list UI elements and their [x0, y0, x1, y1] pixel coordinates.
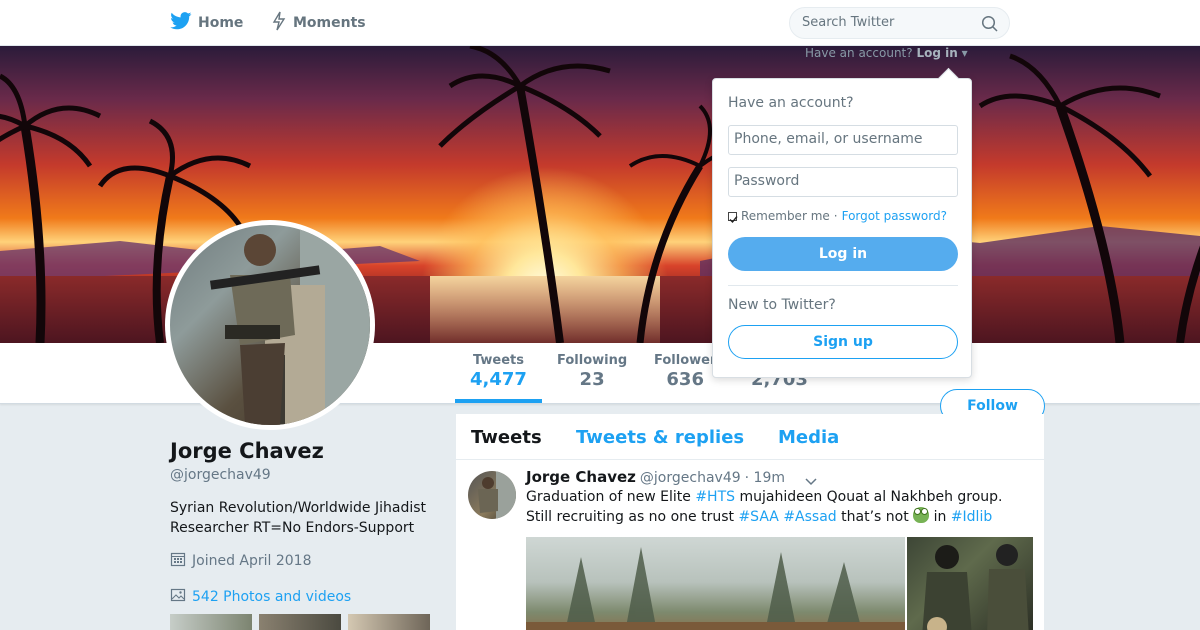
tab-tweets-replies[interactable]: Tweets & replies [576, 427, 744, 448]
stat-tweets[interactable]: Tweets 4,477 [470, 353, 527, 390]
tweet-avatar-photo [478, 471, 516, 519]
top-nav: Home Moments Search Twitter [0, 0, 1200, 46]
stat-tweets-label: Tweets [472, 353, 524, 368]
photo-thumbnail[interactable] [348, 614, 430, 630]
tweet-media-image[interactable] [907, 537, 1033, 630]
hashtag-link[interactable]: #SAA [738, 509, 778, 525]
remember-me-row: Remember me · Forgot password? [728, 209, 947, 223]
signup-button[interactable]: Sign up [728, 325, 958, 359]
tweet-text-line1: Graduation of new Elite #HTS mujahideen … [526, 487, 1026, 507]
tweet-author-handle[interactable]: @jorgechav49 [640, 470, 741, 486]
search-input[interactable]: Search Twitter [802, 15, 894, 30]
password-field[interactable]: Password [728, 167, 958, 197]
lightning-icon [271, 11, 287, 35]
photos-videos-link[interactable]: 542 Photos and videos [170, 587, 351, 607]
username-field[interactable]: Phone, email, or username [728, 125, 958, 155]
profile-handle[interactable]: @jorgechav49 [170, 467, 271, 483]
nav-moments-label: Moments [293, 15, 366, 31]
nav-moments[interactable]: Moments [271, 0, 366, 46]
tweet-text-segment: Graduation of new Elite [526, 489, 696, 505]
photos-videos-label[interactable]: 542 Photos and videos [192, 589, 351, 605]
hashtag-link[interactable]: #Idlib [951, 509, 992, 525]
bird-icon [170, 12, 192, 34]
image-icon [170, 587, 186, 607]
hashtag-link[interactable]: #HTS [695, 489, 735, 505]
remember-me-checkbox[interactable] [728, 211, 738, 223]
login-hint-text: Have an account? [805, 46, 913, 60]
tweet-text: Graduation of new Elite #HTS mujahideen … [526, 487, 1026, 527]
stat-followers-label: Follower [654, 353, 717, 368]
stat-followers-value: 636 [666, 369, 704, 390]
tweet-media-image[interactable] [526, 537, 905, 630]
login-button[interactable]: Log in [728, 237, 958, 271]
avatar[interactable] [165, 220, 375, 430]
profile-bio-line1: Syrian Revolution/Worldwide Jihadist [170, 500, 427, 516]
divider [728, 285, 958, 286]
chevron-down-icon[interactable]: ▾ [962, 46, 968, 60]
avatar-photo [209, 225, 370, 425]
photo-thumbnail[interactable] [259, 614, 341, 630]
separator-dot: · [833, 209, 838, 223]
search-icon[interactable] [981, 15, 999, 37]
forgot-password-link[interactable]: Forgot password? [842, 209, 947, 223]
stat-following[interactable]: Following 23 [557, 353, 627, 390]
frog-emoji-icon [913, 507, 930, 523]
login-dropdown-title: Have an account? [728, 95, 854, 111]
login-dropdown: Have an account? Phone, email, or userna… [712, 78, 972, 378]
stat-tweets-value: 4,477 [470, 369, 527, 390]
tab-tweets[interactable]: Tweets [471, 427, 542, 448]
tweet-text-segment: in [929, 509, 951, 525]
timeline-tabs: Tweets Tweets & replies Media [456, 414, 1044, 460]
tweet-text-line2: Still recruiting as no one trust #SAA #A… [526, 507, 1026, 527]
tweet-header: Jorge Chavez @jorgechav49 · 19m [526, 468, 785, 486]
nav-home[interactable]: Home [170, 0, 243, 46]
stat-following-label: Following [557, 353, 628, 368]
tweet-media-fighters [922, 544, 1029, 630]
stat-followers[interactable]: Follower 636 [654, 353, 716, 390]
tweet-timestamp[interactable]: · 19m [745, 470, 785, 486]
timeline: Tweets Tweets & replies Media Jorge Chav… [456, 414, 1044, 630]
new-to-twitter-label: New to Twitter? [728, 297, 836, 313]
photo-thumbnail[interactable] [170, 614, 252, 630]
remember-me-label[interactable]: Remember me [741, 209, 830, 223]
nav-home-label: Home [198, 15, 244, 31]
calendar-icon [170, 551, 186, 571]
login-hint-link[interactable]: Log in [916, 46, 957, 60]
joined-label: Joined April 2018 [192, 553, 312, 569]
login-hint: Have an account? Log in ▾ [805, 46, 968, 60]
tweet-text-segment: Still recruiting as no one trust [526, 509, 739, 525]
active-tab-underline [455, 399, 542, 403]
profile-bio: Syrian Revolution/Worldwide Jihadist Res… [170, 498, 440, 538]
joined-date: Joined April 2018 [170, 551, 312, 571]
tab-media[interactable]: Media [778, 427, 839, 448]
tweet-media-trees [526, 547, 905, 630]
tweet-text-segment: that’s not [836, 509, 914, 525]
tweet-text-segment: mujahideen Qouat al Nakhbeh group. [735, 489, 1003, 505]
tweet-author-name[interactable]: Jorge Chavez [526, 468, 636, 486]
hashtag-link[interactable]: #Assad [783, 509, 836, 525]
search-box[interactable]: Search Twitter [789, 7, 1010, 39]
profile-name[interactable]: Jorge Chavez [170, 439, 324, 463]
stat-following-value: 23 [579, 369, 605, 390]
tweet-avatar[interactable] [468, 471, 516, 519]
avatar-image [170, 225, 370, 425]
profile-bio-line2: Researcher RT=No Endors-Support [170, 520, 415, 536]
